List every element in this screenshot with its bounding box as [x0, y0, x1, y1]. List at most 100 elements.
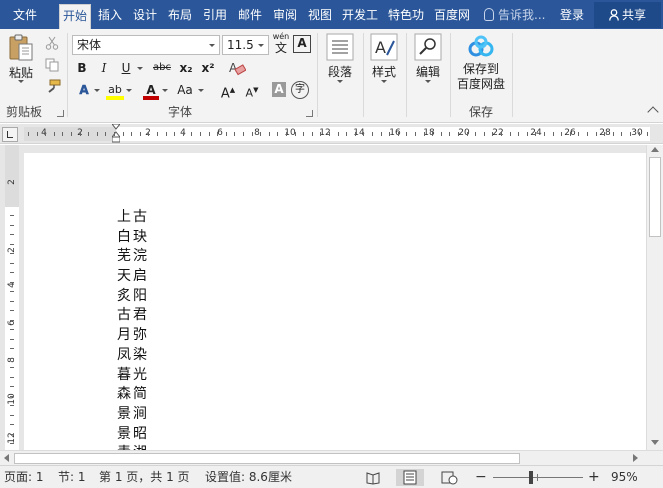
tab-file[interactable]: 文件: [4, 4, 46, 29]
tab-home[interactable]: 开始: [59, 4, 91, 29]
scroll-left-icon[interactable]: [4, 454, 9, 462]
tab-features[interactable]: 特色功: [384, 4, 428, 29]
tab-references[interactable]: 引用: [199, 4, 231, 29]
copy-icon[interactable]: [45, 58, 59, 72]
text-line[interactable]: 凤染: [117, 346, 149, 366]
share-label: 共享: [621, 8, 646, 22]
scroll-down-icon[interactable]: [651, 440, 659, 445]
tab-mailings[interactable]: 邮件: [234, 4, 266, 29]
tab-selector-icon[interactable]: [2, 127, 18, 142]
document-text[interactable]: 上古白玦芜浣天启炙阳古君月弥凤染暮光森简景涧景昭青湘: [117, 208, 149, 464]
font-name-dropdown-icon[interactable]: [209, 44, 215, 47]
share-button[interactable]: 共享: [594, 2, 661, 28]
clear-formatting-icon[interactable]: A: [228, 60, 246, 76]
tell-me-box[interactable]: 告诉我...: [484, 5, 545, 25]
format-painter-icon[interactable]: [45, 79, 61, 93]
font-color-dropdown[interactable]: [160, 81, 168, 99]
zoom-out-button[interactable]: −: [475, 470, 487, 485]
status-page[interactable]: 页面: 1: [4, 470, 44, 485]
text-line[interactable]: 月弥: [117, 326, 149, 346]
font-size-box[interactable]: 11.5: [222, 35, 269, 55]
vertical-scroll-thumb[interactable]: [649, 157, 661, 237]
zoom-in-button[interactable]: +: [588, 470, 600, 485]
text-effects-dropdown[interactable]: [92, 81, 100, 99]
superscript-button[interactable]: x²: [199, 59, 217, 77]
styles-button[interactable]: A 样式: [366, 33, 402, 99]
highlight-button[interactable]: ab: [106, 81, 124, 100]
paragraph-button[interactable]: 段落: [322, 33, 358, 99]
status-page-of[interactable]: 第 1 页，共 1 页: [99, 470, 190, 485]
text-effects-button[interactable]: A: [76, 81, 92, 99]
tab-developer[interactable]: 开发工: [338, 4, 382, 29]
change-case-dropdown[interactable]: [196, 81, 204, 99]
save-to-baidu-button[interactable]: 保存到 百度网盘: [453, 35, 509, 101]
grow-font-button[interactable]: A▲: [219, 81, 237, 101]
horizontal-scrollbar[interactable]: [0, 450, 663, 465]
italic-button[interactable]: I: [95, 59, 113, 77]
status-setting[interactable]: 设置值: 8.6厘米: [205, 470, 292, 485]
text-line[interactable]: 白玦: [117, 228, 149, 248]
text-line[interactable]: 天启: [117, 267, 149, 287]
strikethrough-button[interactable]: abc: [151, 59, 173, 77]
text-line[interactable]: 芜浣: [117, 247, 149, 267]
zoom-level[interactable]: 95%: [611, 470, 638, 485]
text-line[interactable]: 上古: [117, 208, 149, 228]
tab-layout[interactable]: 布局: [164, 4, 196, 29]
ruler-tick-mark: [182, 132, 184, 136]
clipboard-launcher-icon[interactable]: [57, 110, 64, 117]
font-size-dropdown-icon[interactable]: [258, 44, 264, 47]
horizontal-scroll-thumb[interactable]: [14, 453, 520, 464]
underline-dropdown[interactable]: [135, 59, 143, 77]
enclose-characters-button[interactable]: 字: [291, 81, 309, 99]
zoom-slider-thumb[interactable]: [529, 471, 533, 484]
editing-button[interactable]: 编辑: [410, 33, 446, 99]
character-border-button[interactable]: A: [293, 35, 311, 53]
change-case-button[interactable]: Aa: [174, 81, 196, 99]
font-color-button[interactable]: A: [142, 81, 160, 100]
svg-text:A: A: [375, 38, 386, 57]
text-line[interactable]: 景昭: [117, 425, 149, 445]
scroll-right-icon[interactable]: [633, 454, 638, 462]
shrink-font-button[interactable]: A▼: [243, 81, 261, 100]
collapse-ribbon-icon[interactable]: [647, 106, 659, 118]
login-button[interactable]: 登录: [553, 4, 591, 26]
character-shading-button[interactable]: A: [272, 82, 286, 97]
bold-button[interactable]: B: [73, 59, 91, 77]
text-line[interactable]: 古君: [117, 306, 149, 326]
tab-review[interactable]: 审阅: [269, 4, 301, 29]
phonetic-guide-button[interactable]: wén 文: [272, 32, 290, 58]
ruler-tick-mark: [483, 132, 485, 136]
ruler-tick-mark: [569, 132, 571, 136]
underline-button[interactable]: U: [117, 59, 135, 77]
ruler-tick-mark: [440, 132, 442, 136]
web-layout-icon[interactable]: [435, 469, 463, 486]
highlight-dropdown[interactable]: [124, 81, 132, 99]
tab-baidu-netdisk[interactable]: 百度网: [430, 4, 474, 29]
ruler-tick-mark: [225, 132, 227, 136]
tab-design[interactable]: 设计: [129, 4, 161, 29]
scroll-up-icon[interactable]: [651, 147, 659, 152]
text-line[interactable]: 炙阳: [117, 287, 149, 307]
horizontal-ruler[interactable]: 4224681012141618202224262830: [24, 124, 650, 143]
zoom-slider-track[interactable]: [493, 477, 583, 478]
status-bar: 页面: 1 节: 1 第 1 页，共 1 页 设置值: 8.6厘米 − + 95…: [0, 465, 663, 488]
status-section[interactable]: 节: 1: [58, 470, 86, 485]
font-name-box[interactable]: 宋体: [72, 35, 220, 55]
vertical-scrollbar[interactable]: [646, 145, 663, 450]
save-group-label: 保存: [468, 105, 493, 119]
tab-insert[interactable]: 插入: [94, 4, 126, 29]
tab-view[interactable]: 视图: [304, 4, 336, 29]
read-mode-icon[interactable]: [359, 469, 387, 486]
font-launcher-icon[interactable]: [306, 110, 313, 117]
ruler-tick-mark: [45, 132, 47, 136]
phonetic-char: 文: [274, 41, 287, 55]
document-page[interactable]: 上古白玦芜浣天启炙阳古君月弥凤染暮光森简景涧景昭青湘: [24, 153, 646, 461]
vertical-ruler[interactable]: 2 2 4 6 8 10 12: [5, 145, 19, 450]
text-line[interactable]: 景涧: [117, 405, 149, 425]
print-layout-button[interactable]: [396, 469, 424, 486]
text-line[interactable]: 暮光: [117, 366, 149, 386]
cut-icon[interactable]: [45, 36, 59, 50]
text-line[interactable]: 森简: [117, 385, 149, 405]
subscript-button[interactable]: x₂: [177, 59, 195, 77]
paste-button[interactable]: 粘贴: [5, 33, 37, 85]
